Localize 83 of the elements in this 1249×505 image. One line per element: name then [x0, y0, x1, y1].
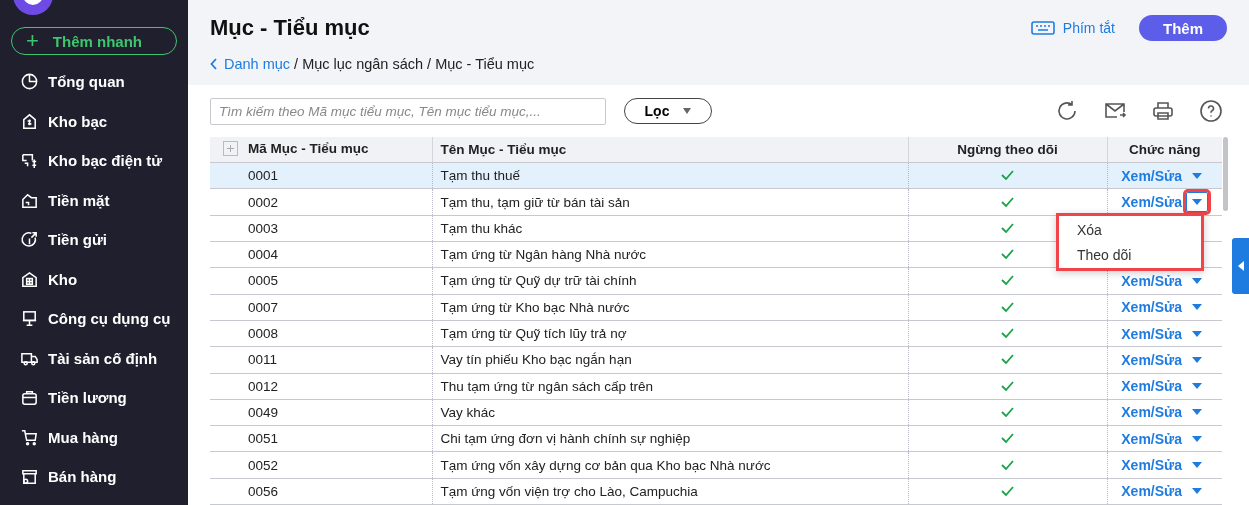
breadcrumb-path: / Mục lục ngân sách / Mục - Tiểu mục — [294, 56, 535, 72]
dollar-box-icon — [20, 111, 39, 131]
table-row[interactable]: 0056 Tạm ứng vốn viện trợ cho Lào, Campuchia Xem/Sửa — [210, 478, 1222, 505]
store-icon — [20, 467, 39, 487]
table-cell: Tạm thu thuế — [432, 162, 908, 189]
table-cell: 0007 — [210, 294, 432, 321]
sidebar-item[interactable]: Công cụ dụng cụ — [0, 299, 188, 339]
sidebar-item[interactable]: Mua hàng — [0, 417, 188, 457]
sidebar-item[interactable]: Kho bạc điện tử — [0, 141, 188, 181]
table-cell: Tạm ứng từ Quỹ tích lũy trả nợ — [432, 320, 908, 347]
table-cell: Vay tín phiếu Kho bạc ngắn hạn — [432, 346, 908, 373]
add-button[interactable]: Thêm — [1139, 15, 1227, 41]
dropdown-button[interactable] — [1186, 192, 1208, 213]
table-row[interactable]: 0049 Vay khác Xem/Sửa — [210, 399, 1222, 426]
table-cell: Vay khác — [432, 399, 908, 426]
table-cell: Tạm ứng từ Kho bạc Nhà nước — [432, 294, 908, 321]
table-cell: 0002 — [210, 188, 432, 216]
table-row[interactable]: 0051 Chi tạm ứng đơn vị hành chính sự nghiệp Xem/Sửa — [210, 425, 1222, 452]
table-cell: 0005 — [210, 267, 432, 295]
view-edit-link[interactable]: Xem/Sửa — [1121, 404, 1182, 421]
table-row[interactable]: 0012 Thu tạm ứng từ ngân sách cấp trên Xem/Sửa — [210, 373, 1222, 400]
table-cell: Chi tạm ứng đơn vị hành chính sự nghiệp — [432, 425, 908, 452]
sidebar-item[interactable]: Bán hàng — [0, 457, 188, 497]
side-panel-toggle[interactable] — [1232, 238, 1249, 294]
shortcuts-link[interactable]: Phím tắt — [1024, 19, 1121, 37]
table-cell: 0008 — [210, 320, 432, 347]
table-row[interactable]: 0008 Tạm ứng từ Quỹ tích lũy trả nợ Xem/Sửa — [210, 320, 1222, 347]
view-edit-link[interactable]: Xem/Sửa — [1121, 351, 1182, 368]
table-cell: Tạm ứng từ Quỹ dự trữ tài chính — [432, 267, 908, 295]
view-edit-link[interactable]: Xem/Sửa — [1121, 378, 1182, 395]
table-row[interactable]: 0052 Tạm ứng vốn xây dựng cơ bản qua Kho bạc Nhà nước Xem/Sửa — [210, 451, 1222, 479]
cart-icon — [20, 427, 39, 447]
breadcrumb-link[interactable]: Danh mục — [210, 56, 291, 72]
table-cell: 0003 — [210, 215, 432, 242]
sidebar-item[interactable]: Tiền lương — [0, 378, 188, 418]
back-chevron-icon — [210, 58, 218, 70]
table-cell: 0001 — [210, 162, 432, 189]
view-edit-link[interactable]: Xem/Sửa — [1121, 457, 1182, 474]
column-header: Mã Mục - Tiểu mục — [248, 140, 369, 156]
view-edit-link[interactable]: Xem/Sửa — [1121, 325, 1182, 342]
menu-item[interactable]: Theo dõi — [1059, 242, 1201, 268]
table-cell: Tạm thu, tạm giữ từ bán tài sản — [432, 188, 908, 216]
help-icon[interactable] — [1199, 99, 1223, 124]
view-edit-link[interactable]: Xem/Sửa — [1121, 299, 1182, 316]
table-cell: 0051 — [210, 425, 432, 452]
sidebar-item[interactable]: Tổng quan — [0, 62, 188, 102]
column-header: Tên Mục - Tiểu mục — [432, 137, 908, 163]
pie-chart-icon — [20, 72, 39, 92]
table-row[interactable]: 0007 Tạm ứng từ Kho bạc Nhà nước Xem/Sửa — [210, 294, 1222, 321]
table-row[interactable]: 0001 Tạm thu thuế Xem/Sửa — [210, 162, 1222, 189]
view-edit-link[interactable]: Xem/Sửa — [1121, 430, 1182, 447]
view-edit-link[interactable]: Xem/Sửa — [1121, 483, 1182, 500]
table-cell: Tạm ứng vốn xây dựng cơ bản qua Kho bạc Nhà nước — [432, 451, 908, 479]
table-row[interactable]: 0005 Tạm ứng từ Quỹ dự trữ tài chính Xem/Sửa — [210, 267, 1222, 295]
table-cell: 0052 — [210, 451, 432, 479]
search-field[interactable]: Tìm kiếm theo Mã mục tiểu mục, Tên mục tiểu mục,... — [210, 97, 606, 125]
briefcase-icon — [20, 388, 39, 408]
filter-button[interactable]: Lọc — [624, 98, 712, 125]
table-cell: Tạm thu khác — [432, 215, 908, 242]
sidebar-item[interactable]: Tiền gửi — [0, 220, 188, 260]
view-edit-link[interactable]: Xem/Sửa — [1121, 272, 1182, 289]
keyboard-icon — [1030, 21, 1055, 35]
column-header: Chức năng — [1107, 137, 1222, 163]
tool-stand-icon — [20, 309, 39, 329]
sidebar-item[interactable]: Kho — [0, 259, 188, 299]
table-cell: 0004 — [210, 241, 432, 268]
sidebar-item[interactable]: Tiền mặt — [0, 180, 188, 220]
warehouse-icon — [20, 269, 39, 289]
sidebar-item[interactable]: Kho bạc — [0, 101, 188, 141]
table-cell: 0012 — [210, 373, 432, 400]
table-cell: 0049 — [210, 399, 432, 426]
table-cell: 0011 — [210, 346, 432, 373]
menu-item[interactable]: Xóa — [1059, 217, 1201, 243]
column-header: Ngừng theo dõi — [908, 137, 1107, 163]
table-cell: 0056 — [210, 478, 432, 505]
table-cell: Tạm ứng từ Ngân hàng Nhà nước — [432, 241, 908, 268]
table-cell: Thu tạm ứng từ ngân sách cấp trên — [432, 373, 908, 400]
table-row[interactable]: 0011 Vay tín phiếu Kho bạc ngắn hạn Xem/Sửa — [210, 346, 1222, 373]
sidebar-item[interactable]: Tài sản cố định — [0, 338, 188, 378]
view-edit-link[interactable]: Xem/Sửa — [1121, 194, 1182, 211]
scrollbar[interactable] — [1223, 137, 1228, 212]
table-cell: Tạm ứng vốn viện trợ cho Lào, Campuchia — [432, 478, 908, 505]
page-title: Mục - Tiểu mục — [210, 15, 371, 41]
